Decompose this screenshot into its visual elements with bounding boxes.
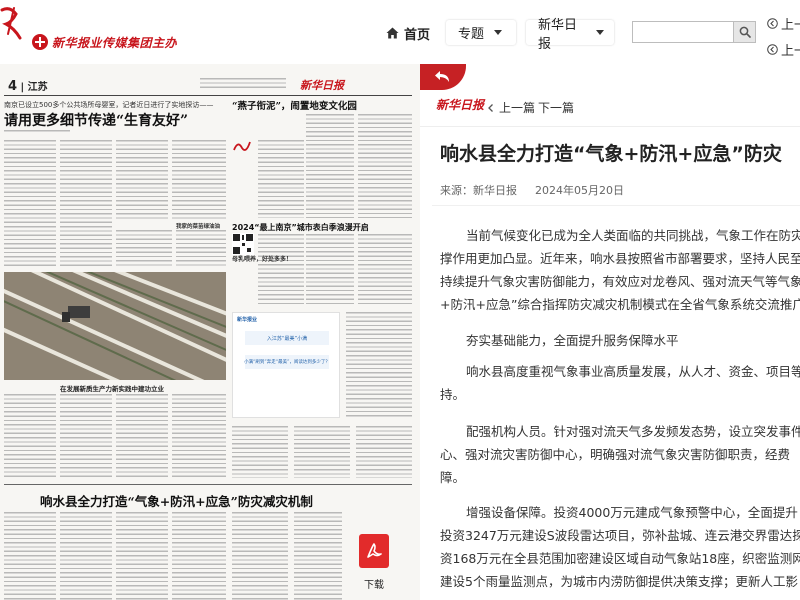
nav-home-link[interactable]: 首页 [386, 22, 430, 44]
article-source: 来源：新华日报 [440, 184, 517, 197]
article-paragraph: 心、强对流灾害防御中心，明确强对流气象灾害防御职责，经费 [440, 447, 791, 462]
article-panel: 新华日报 上一篇 下一篇 响水县全力打造“气象+防汛+应急”防灾 来源：新华日报… [420, 64, 800, 600]
paper-side-headline[interactable]: “燕子衔泥”，闹置地变文化园 [232, 98, 357, 112]
circle-arrow-left-icon [767, 44, 778, 55]
article-paragraph: 当前气候变化已成为全人类面临的共同挑战，气象工作在防灾 [466, 228, 800, 243]
arrow-left-icon [488, 103, 493, 112]
article-paragraph: 投资3247万元建设S波段雷达项目，弥补盐城、连云港交界雷达探 [440, 528, 800, 543]
back-button[interactable] [420, 64, 466, 90]
article-paragraph: 响水县高度重视气象事业高质量发展，从人才、资金、项目等 [466, 364, 800, 379]
paper-kicker: 南京已设立500多个公共场所母婴室，记者近日进行了实地探访—— [4, 101, 214, 109]
top-next-link[interactable]: 上一 [767, 40, 800, 59]
paper-page-header: 4 | 江苏 新华日报 [4, 74, 412, 96]
search-icon [739, 26, 751, 38]
article-subheading: 夯实基础能力，全面提升服务保障水平 [466, 333, 679, 348]
top-next-label: 上一 [781, 44, 800, 59]
article-paragraph: 障。 [440, 470, 466, 485]
circle-arrow-left-icon [767, 18, 778, 29]
nav-paper-dropdown[interactable]: 新华日报 [526, 18, 614, 52]
xinhua-logo-icon [32, 34, 48, 50]
article-paragraph: 建设5个雨量监测点，为城市内涝防御提供决策支撑；更新人工影 [440, 574, 798, 589]
paper-ad-title: 新华报业 [237, 317, 258, 323]
paper-headline-2[interactable]: 响水县全力打造“气象+防汛+应急”防灾减灾机制 [40, 491, 313, 510]
top-bar: 新华报业传媒集团主办 首页 专题 新华日报 上一 [0, 0, 800, 64]
paper-masthead: 新华日报 [300, 79, 344, 92]
article-paragraph: 资168万元在全县范围加密建设区域自动气象站18座，织密监测网 [440, 551, 800, 566]
back-arrow-icon [435, 71, 449, 82]
article-meta: 来源：新华日报 2024年05月20日 [440, 182, 624, 198]
brand-tagline: 新华报业传媒集团主办 [52, 36, 178, 50]
chevron-down-icon [494, 30, 503, 35]
nav-topic-label: 专题 [458, 27, 485, 42]
search-input[interactable] [632, 21, 733, 43]
article-pager: 上一篇 下一篇 [486, 99, 574, 116]
newspaper-page-image[interactable]: 4 | 江苏 新华日报 南京已设立500多个公共场所母婴室，记者近日进行了实地探… [0, 64, 420, 600]
download-pdf-button[interactable]: 下载 [354, 534, 394, 594]
paper-ad-banner: 入江苏“最美”小满 [245, 331, 329, 345]
paper-photo-subhead: 在发展新质生产力新实践中建功立业 [60, 385, 164, 393]
article-next-link[interactable]: 下一篇 [538, 99, 574, 116]
paper-mid-subhead: 母乳喂养，好处多多！ [232, 256, 293, 263]
chevron-down-icon [596, 30, 604, 35]
home-icon [386, 27, 399, 39]
farm-field-photo [4, 272, 226, 380]
article-paragraph: 配强机构人员。针对强对流天气多发频发态势，设立突发事件 [466, 424, 800, 439]
article-paragraph: 增强设备保障。投资4000万元建成气象预警中心，全面提升 [466, 505, 798, 520]
paper-ad-box: 新华报业 入江苏“最美”小满 小满“刷到”奔走“最美”，阅读达到多少了？ [232, 312, 340, 418]
article-paragraph: 撑作用更加凸显。近年来，响水县按照省市部署要求，坚持人民至 [440, 251, 800, 266]
handwritten-signature [233, 141, 251, 151]
article-prev-link[interactable]: 上一篇 [499, 99, 535, 116]
qr-code-icon [232, 233, 254, 255]
paper-column-subhead: 我家的菜苗绿油油 [176, 224, 221, 230]
paper-ad-banner-2: 小满“刷到”奔走“最美”，阅读达到多少了？ [244, 355, 330, 369]
article-date: 2024年05月20日 [535, 184, 624, 197]
article-masthead-logo: 新华日报 [436, 98, 485, 112]
brand-calligraphy-mark [0, 7, 22, 40]
download-label: 下载 [364, 580, 384, 591]
search-button[interactable] [733, 21, 756, 43]
nav-home-label: 首页 [404, 27, 431, 43]
article-title: 响水县全力打造“气象+防汛+应急”防灾 [440, 143, 782, 165]
top-prev-link[interactable]: 上一 [767, 14, 800, 33]
article-paragraph: 持续提升气象灾害防御能力，有效应对龙卷风、强对流天气等气象 [440, 274, 800, 289]
nav-topic-dropdown[interactable]: 专题 [446, 20, 516, 45]
paper-page-number: 4 | 江苏 [8, 79, 48, 94]
paper-headline[interactable]: 请用更多细节传递“生育友好” [4, 110, 188, 130]
top-prev-label: 上一 [781, 18, 800, 33]
paper-side-headline-2[interactable]: 2024“最上南京”城市表白季浪漫开启 [232, 222, 369, 233]
nav-paper-label: 新华日报 [538, 17, 578, 52]
article-paragraph: +防汛+应急”综合指挥防灾减灾机制模式在全省气象系统交流推广 [440, 297, 800, 312]
pdf-icon [359, 534, 389, 568]
top-pager: 上一 上一 [767, 14, 800, 59]
article-paragraph: 持。 [440, 387, 466, 402]
